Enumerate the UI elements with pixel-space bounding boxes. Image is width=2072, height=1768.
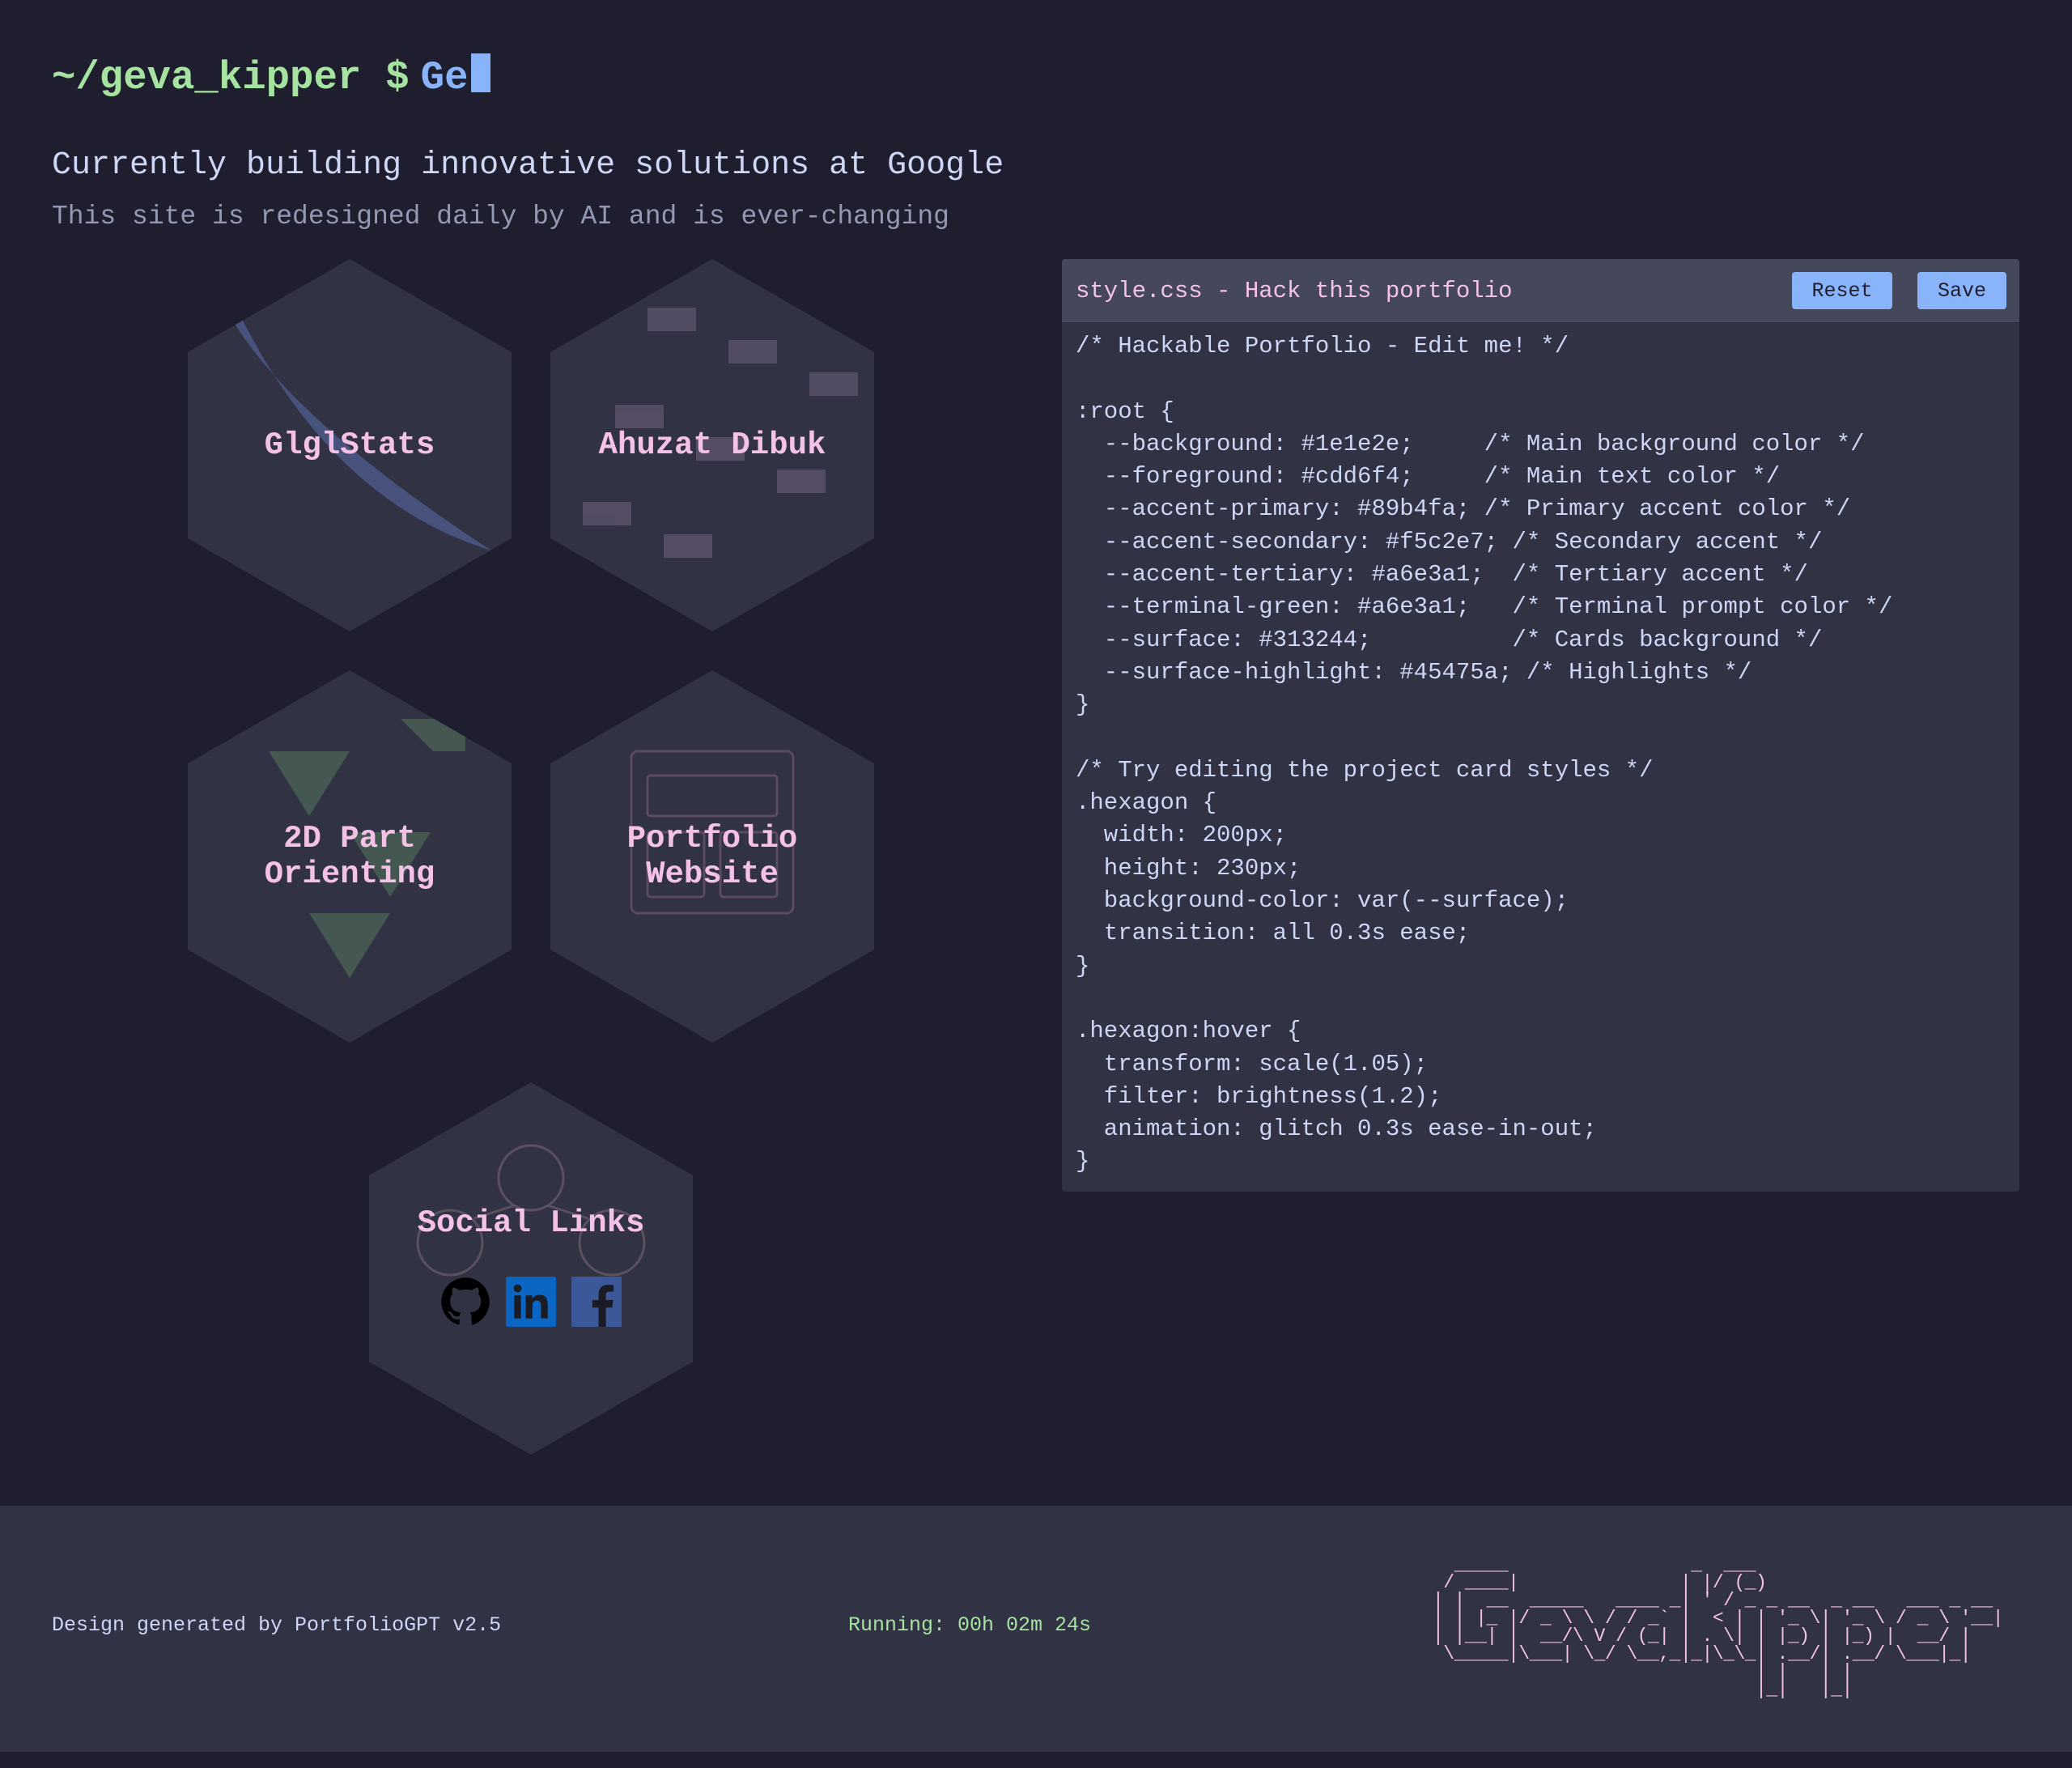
subtitle: This site is redesigned daily by AI and … — [52, 202, 949, 232]
social-links-card[interactable]: Social Links — [369, 1082, 693, 1455]
project-card-glglstats[interactable]: GlglStats — [188, 259, 512, 631]
design-credit: Design generated by PortfolioGPT v2.5 — [52, 1613, 502, 1637]
prompt-path: ~/geva_kipper — [52, 55, 362, 100]
project-card-portfolio-website[interactable]: Portfolio Website — [550, 670, 874, 1043]
prompt-symbol: $ — [385, 55, 410, 100]
footer: Design generated by PortfolioGPT v2.5 Ru… — [0, 1506, 2072, 1752]
social-icons — [440, 1277, 622, 1327]
social-title: Social Links — [417, 1205, 645, 1241]
project-title: 2D Part Orienting — [264, 821, 435, 892]
linkedin-icon[interactable] — [506, 1277, 556, 1327]
project-title: GlglStats — [264, 427, 435, 463]
terminal-prompt: ~/geva_kipper $ Ge — [52, 45, 1004, 110]
ascii-art-logo: _____ _ ___ / ____| | |/ (_) | | __ ____… — [1433, 1554, 2004, 1700]
project-title: Ahuzat Dibuk — [598, 427, 826, 463]
header: ~/geva_kipper $ Ge Currently building in… — [52, 45, 1004, 232]
project-card-ahuzat-dibuk[interactable]: Ahuzat Dibuk — [550, 259, 874, 631]
uptime-counter: Running: 00h 02m 24s — [848, 1613, 1092, 1637]
facebook-icon[interactable] — [571, 1277, 622, 1327]
editor-title: style.css - Hack this portfolio — [1076, 277, 1513, 304]
reset-button[interactable]: Reset — [1792, 272, 1892, 309]
tagline: Currently building innovative solutions … — [52, 147, 1004, 184]
page: ~/geva_kipper $ Ge Currently building in… — [0, 0, 2072, 1768]
project-card-2d-part-orienting[interactable]: 2D Part Orienting — [188, 670, 512, 1043]
editor-toolbar: style.css - Hack this portfolio Reset Sa… — [1062, 259, 2019, 322]
typed-text: Ge — [420, 55, 469, 100]
css-editor-panel: style.css - Hack this portfolio Reset Sa… — [1062, 259, 2019, 1192]
project-title: Portfolio Website — [626, 821, 798, 892]
save-button[interactable]: Save — [1917, 272, 2006, 309]
github-icon[interactable] — [440, 1277, 490, 1327]
terminal-cursor — [471, 53, 491, 92]
css-code-textarea[interactable]: /* Hackable Portfolio - Edit me! */ :roo… — [1062, 330, 1906, 1179]
